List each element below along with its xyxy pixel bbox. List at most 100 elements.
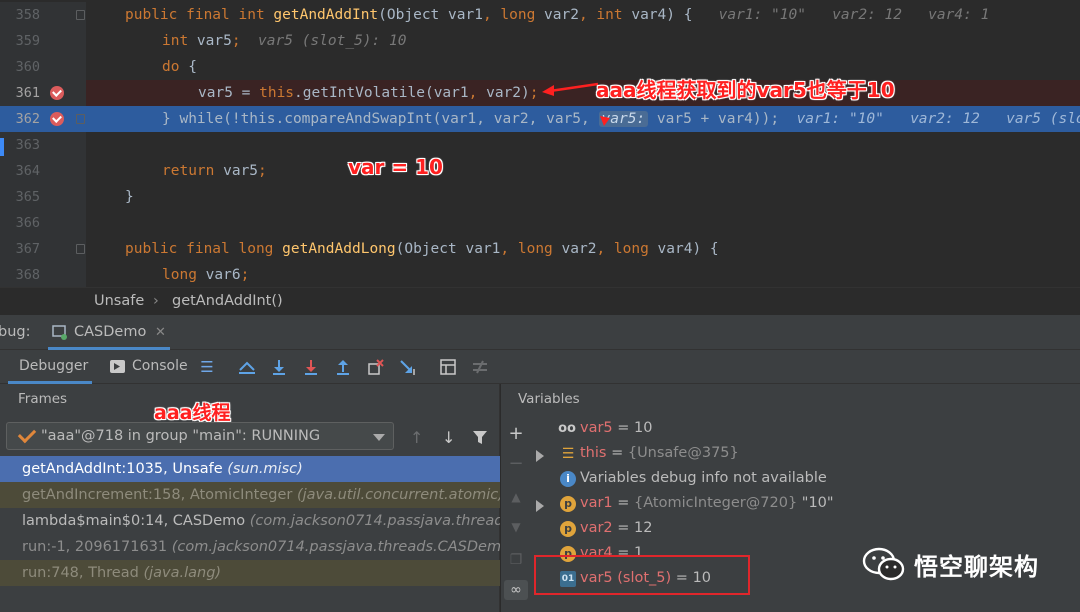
move-up-icon[interactable]: ▲ bbox=[506, 487, 526, 507]
code-line[interactable]: 368 long var6; bbox=[0, 262, 1080, 287]
annotation-thread-note: aaa线程 bbox=[154, 402, 231, 424]
gutter[interactable]: 365 bbox=[0, 184, 86, 210]
gutter[interactable]: 363 bbox=[0, 132, 86, 158]
code-line[interactable]: 360 do { bbox=[0, 54, 1080, 80]
var-name: this bbox=[580, 445, 607, 461]
arrow-up-icon[interactable]: ↑ bbox=[410, 428, 423, 447]
info-message: Variables debug info not available bbox=[580, 470, 827, 486]
breakpoint-icon[interactable] bbox=[50, 112, 64, 126]
frame-row[interactable]: run:748, Thread (java.lang) bbox=[0, 560, 500, 586]
gutter[interactable]: 359 bbox=[0, 28, 86, 54]
watermark: 悟空聊架构 bbox=[862, 546, 1039, 582]
var-value: 10 bbox=[634, 420, 653, 436]
gutter[interactable]: 364 bbox=[0, 158, 86, 184]
breakpoint-icon[interactable] bbox=[50, 86, 64, 100]
expand-icon[interactable] bbox=[536, 450, 544, 462]
step-over-icon[interactable] bbox=[269, 357, 289, 377]
gutter[interactable]: 362 bbox=[0, 106, 86, 132]
step-into-icon[interactable] bbox=[301, 357, 321, 377]
code-text: } while(!this.compareAndSwapInt(var1, va… bbox=[162, 106, 1080, 132]
thread-selector-value: "aaa"@718 in group "main": RUNNING bbox=[41, 428, 321, 444]
code-editor[interactable]: 358 public final int getAndAddInt(Object… bbox=[0, 0, 1080, 287]
code-line[interactable]: 364 return var5; bbox=[0, 158, 1080, 184]
line-number: 362 bbox=[15, 111, 40, 127]
code-line[interactable]: 359 int var5; var5 (slot_5): 10 bbox=[0, 28, 1080, 54]
variable-row[interactable]: ☰ this = {Unsafe@375} bbox=[531, 443, 1080, 468]
drop-frame-icon[interactable] bbox=[366, 357, 386, 377]
var-name: var2 bbox=[580, 520, 613, 536]
parameter-icon: p bbox=[560, 521, 576, 537]
highlight-box bbox=[534, 555, 750, 595]
run-config-icon bbox=[52, 325, 68, 340]
evaluate-expression-icon[interactable] bbox=[438, 357, 458, 377]
frame-method: lambda$main$0:14, CASDemo bbox=[22, 513, 246, 529]
arrow-down-icon[interactable]: ↓ bbox=[442, 428, 455, 447]
frame-method: run:748, Thread bbox=[22, 565, 139, 581]
gutter[interactable]: 367 bbox=[0, 236, 86, 262]
copy-icon[interactable]: ❐ bbox=[506, 550, 526, 570]
code-line[interactable]: 363 bbox=[0, 132, 1080, 158]
add-watch-icon[interactable]: + bbox=[506, 424, 526, 444]
var-value: 12 bbox=[634, 520, 653, 536]
filter-icon[interactable] bbox=[472, 430, 488, 449]
debug-window-title: bug: bbox=[0, 324, 31, 340]
fold-icon[interactable] bbox=[76, 10, 85, 20]
frame-row[interactable]: lambda$main$0:14, CASDemo (com.jackson07… bbox=[0, 508, 500, 534]
line-number: 365 bbox=[15, 189, 40, 205]
frame-row[interactable]: getAndIncrement:158, AtomicInteger (java… bbox=[0, 482, 500, 508]
frame-package: (java.lang) bbox=[143, 565, 222, 581]
gutter[interactable]: 358 bbox=[0, 2, 86, 28]
run-to-cursor-icon[interactable] bbox=[398, 357, 418, 377]
var-value-string: "10" bbox=[797, 495, 834, 511]
field-icon: ☰ bbox=[561, 446, 575, 462]
close-icon[interactable]: ✕ bbox=[155, 325, 166, 340]
breadcrumb-method[interactable]: getAndAddInt() bbox=[172, 293, 283, 309]
frame-method: getAndAddInt:1035, Unsafe bbox=[22, 461, 223, 477]
tab-debugger[interactable]: Debugger bbox=[19, 358, 88, 374]
console-icon bbox=[110, 360, 125, 373]
fold-icon[interactable] bbox=[76, 114, 85, 124]
move-down-icon[interactable]: ▼ bbox=[506, 517, 526, 537]
breadcrumb-class[interactable]: Unsafe bbox=[94, 293, 144, 309]
frame-row-selected[interactable]: getAndAddInt:1035, Unsafe (sun.misc) bbox=[0, 456, 500, 482]
code-line[interactable]: 366 bbox=[0, 210, 1080, 236]
line-number: 360 bbox=[15, 59, 40, 75]
trace-icon[interactable] bbox=[470, 357, 490, 377]
thread-selector[interactable]: "aaa"@718 in group "main": RUNNING bbox=[6, 422, 394, 450]
debug-tool-window-header: bug: CASDemo ✕ bbox=[0, 315, 1080, 350]
tab-console[interactable]: Console bbox=[132, 358, 188, 374]
code-text: do { bbox=[162, 59, 197, 75]
breadcrumb: Unsafe › getAndAddInt() bbox=[0, 287, 1080, 315]
show-execution-point-icon[interactable] bbox=[237, 357, 257, 377]
code-line[interactable]: 358 public final int getAndAddInt(Object… bbox=[0, 2, 1080, 28]
annotation-arrow-icon bbox=[542, 82, 599, 96]
inline-debug-values: var1: "10" var2: 12 var5 (slo bbox=[796, 111, 1080, 127]
variables-title: Variables bbox=[518, 391, 580, 407]
variable-row[interactable]: p var2 = 12 bbox=[531, 518, 1080, 543]
fold-icon[interactable] bbox=[76, 244, 85, 254]
code-line-current[interactable]: 362 } while(!this.compareAndSwapInt(var1… bbox=[0, 106, 1080, 132]
gutter[interactable]: 368 bbox=[0, 262, 86, 287]
frame-method: run:-1, 2096171631 bbox=[22, 539, 168, 555]
line-number: 366 bbox=[15, 215, 40, 231]
code-text: public final int getAndAddInt(Object var… bbox=[125, 7, 990, 23]
line-number: 364 bbox=[15, 163, 40, 179]
watch-icon: oo bbox=[558, 421, 576, 436]
remove-watch-icon[interactable]: − bbox=[506, 454, 526, 474]
watch-row[interactable]: oo var5 = 10 bbox=[531, 418, 1080, 443]
menu-icon[interactable]: ☰ bbox=[197, 357, 217, 377]
expand-icon[interactable] bbox=[536, 500, 544, 512]
gutter[interactable]: 361 bbox=[0, 80, 86, 106]
code-line[interactable]: 365 } bbox=[0, 184, 1080, 210]
step-out-icon[interactable] bbox=[333, 357, 353, 377]
frame-row[interactable]: run:-1, 2096171631 (com.jackson0714.pass… bbox=[0, 534, 500, 560]
frames-title: Frames bbox=[18, 391, 68, 407]
show-watches-icon[interactable]: ∞ bbox=[504, 580, 528, 600]
variable-row[interactable]: p var1 = {AtomicInteger@720} "10" bbox=[531, 493, 1080, 518]
gutter[interactable]: 366 bbox=[0, 210, 86, 236]
var-value: {Unsafe@375} bbox=[627, 445, 739, 461]
tab-casdemo[interactable]: CASDemo bbox=[74, 324, 146, 340]
gutter[interactable]: 360 bbox=[0, 54, 86, 80]
code-line[interactable]: 367 public final long getAndAddLong(Obje… bbox=[0, 236, 1080, 262]
chevron-down-icon[interactable] bbox=[373, 434, 385, 441]
